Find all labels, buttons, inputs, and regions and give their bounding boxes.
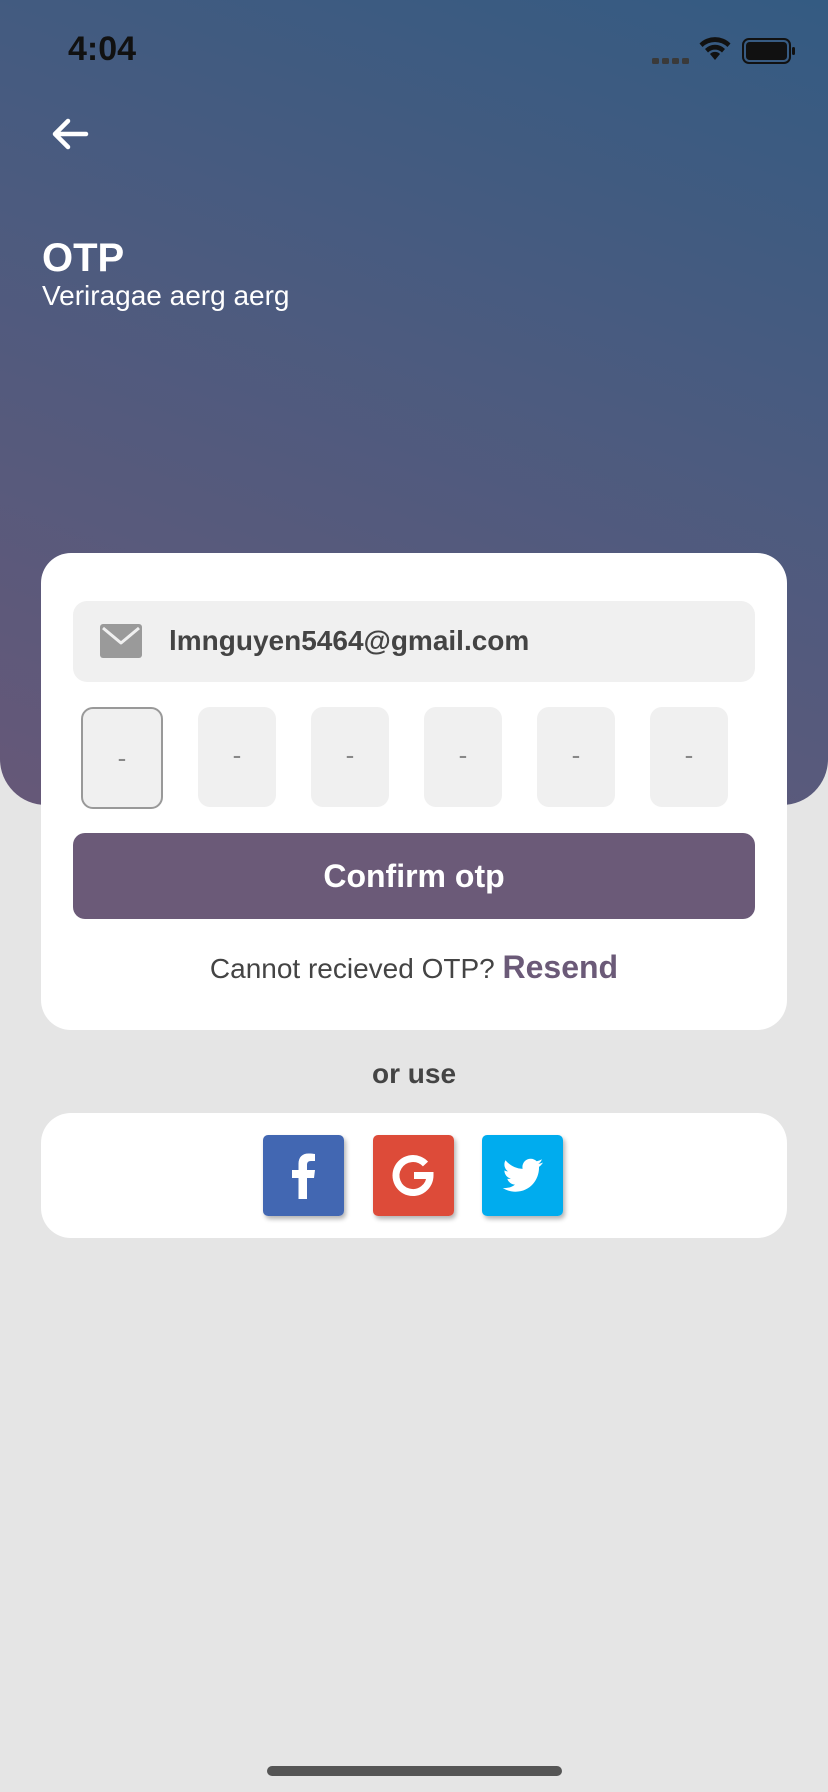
resend-row: Cannot recieved OTP? Resend — [41, 949, 787, 986]
email-field[interactable]: lmnguyen5464@gmail.com — [73, 601, 755, 682]
otp-digit-3[interactable]: - — [311, 707, 389, 807]
social-login-card — [41, 1113, 787, 1238]
facebook-login-button[interactable] — [263, 1135, 344, 1216]
otp-digit-5[interactable]: - — [537, 707, 615, 807]
mail-icon — [99, 623, 143, 664]
otp-digit-6[interactable]: - — [650, 707, 728, 807]
otp-input-row: - - - - - - — [41, 707, 787, 809]
otp-digit-2[interactable]: - — [198, 707, 276, 807]
arrow-left-icon — [48, 118, 92, 158]
page-subtitle: Veriragae aerg aerg — [42, 280, 290, 311]
google-login-button[interactable] — [373, 1135, 454, 1216]
status-time: 4:04 — [68, 30, 137, 68]
page-title: OTP — [42, 236, 125, 280]
otp-card: lmnguyen5464@gmail.com - - - - - - Confi… — [41, 553, 787, 1030]
status-bar: 4:04 — [0, 0, 828, 100]
wifi-icon — [698, 36, 732, 67]
resend-link[interactable]: Resend — [503, 949, 619, 985]
resend-prompt: Cannot recieved OTP? — [209, 953, 495, 984]
cellular-signal-icon — [652, 52, 690, 70]
otp-digit-4[interactable]: - — [424, 707, 502, 807]
back-button[interactable] — [48, 114, 92, 154]
battery-icon — [742, 38, 796, 69]
email-value: lmnguyen5464@gmail.com — [169, 625, 530, 656]
confirm-otp-button[interactable]: Confirm otp — [73, 833, 755, 919]
otp-digit-1[interactable]: - — [81, 707, 163, 809]
twitter-login-button[interactable] — [482, 1135, 563, 1216]
home-indicator[interactable] — [267, 1766, 562, 1776]
or-use-label: or use — [371, 1058, 457, 1089]
